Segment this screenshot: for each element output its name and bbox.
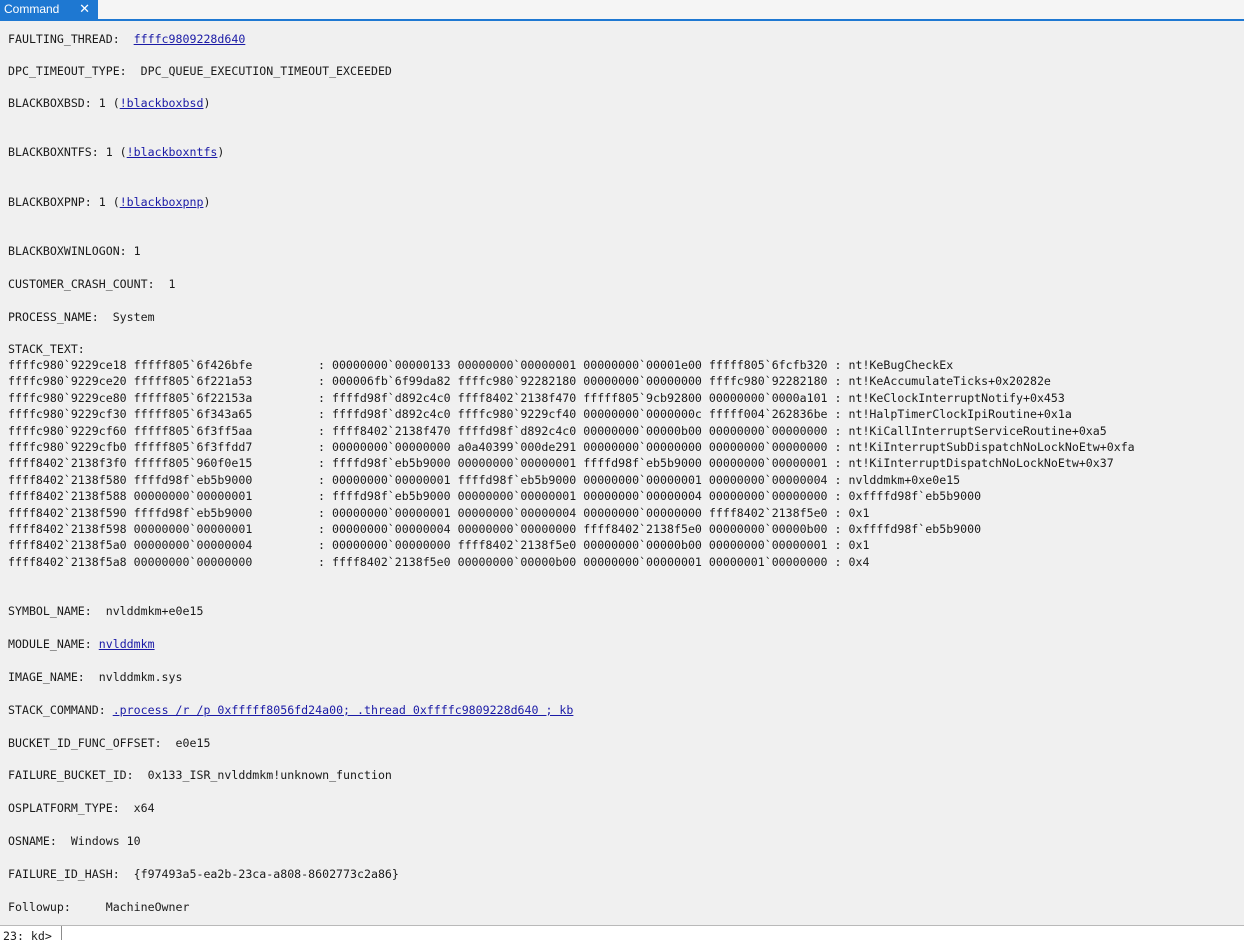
stack-row: ffff8402`2138f3f0 fffff805`960f0e15 : fff… xyxy=(8,455,1135,471)
failure-id-hash-line: FAILURE_ID_HASH: {f97493a5-ea2b-23ca-a80… xyxy=(8,867,399,881)
command-input[interactable] xyxy=(63,926,1244,940)
stack-row: ffff8402`2138f598 00000000`00000001 : 000… xyxy=(8,521,1135,537)
blackboxpnp-prefix: BLACKBOXPNP: 1 ( xyxy=(8,195,120,209)
stack-frame-address: ffffc980`9229cf60 fffff805`6f3ff5aa xyxy=(8,423,253,438)
stack-row: ffff8402`2138f588 00000000`00000001 : fff… xyxy=(8,488,1135,504)
blackboxntfs-line: BLACKBOXNTFS: 1 (!blackboxntfs) xyxy=(8,144,224,160)
paren-close: ) xyxy=(203,96,211,110)
command-bar: 23: kd> xyxy=(0,925,1244,940)
failure-bucket-id-line: FAILURE_BUCKET_ID: 0x133_ISR_nvlddmkm!un… xyxy=(8,768,392,782)
process-name-line: PROCESS_NAME: System xyxy=(8,310,155,324)
stack-frame-address: ffffc980`9229ce80 fffff805`6f22153a xyxy=(8,390,253,405)
blackboxntfs-prefix: BLACKBOXNTFS: 1 ( xyxy=(8,145,127,159)
stack-frame-address: ffff8402`2138f588 00000000`00000001 xyxy=(8,489,253,504)
stack-frame-address: ffffc980`9229ce20 fffff805`6f221a53 xyxy=(8,374,253,389)
tab-bar: Command ✕ xyxy=(0,0,1244,21)
command-output-pane[interactable]: FAULTING_THREAD: ffffc9809228d640 DPC_TI… xyxy=(0,21,1244,920)
stack-row: ffffc980`9229cf30 fffff805`6f343a65 : fff… xyxy=(8,406,1135,422)
stack-row: ffff8402`2138f5a0 00000000`00000004 : 000… xyxy=(8,537,1135,553)
stack-frame-address: ffffc980`9229cf30 fffff805`6f343a65 xyxy=(8,407,253,422)
faulting-thread-line: FAULTING_THREAD: ffffc9809228d640 xyxy=(8,31,245,47)
command-prompt: 23: kd> xyxy=(0,926,62,940)
image-name-line: IMAGE_NAME: nvlddmkm.sys xyxy=(8,670,183,684)
stack-command-line: STACK_COMMAND: .process /r /p 0xfffff805… xyxy=(8,702,573,718)
bucket-id-func-offset-line: BUCKET_ID_FUNC_OFFSET: e0e15 xyxy=(8,736,211,750)
tab-title: Command xyxy=(4,2,60,16)
osplatform-type-line: OSPLATFORM_TYPE: x64 xyxy=(8,801,155,815)
stack-frame-args: : ffff8402`2138f470 ffffd98f`d892c4c0 00… xyxy=(318,423,1107,438)
stack-frame-address: ffff8402`2138f598 00000000`00000001 xyxy=(8,521,253,536)
blackboxwinlogon-line: BLACKBOXWINLOGON: 1 xyxy=(8,244,141,258)
stack-frame-address: ffff8402`2138f590 ffffd98f`eb5b9000 xyxy=(8,505,253,520)
stack-frame-address: ffff8402`2138f5a0 00000000`00000004 xyxy=(8,538,253,553)
symbol-name-line: SYMBOL_NAME: nvlddmkm+e0e15 xyxy=(8,604,204,618)
blackboxpnp-line: BLACKBOXPNP: 1 (!blackboxpnp) xyxy=(8,194,210,210)
stack-frame-args: : ffffd98f`d892c4c0 ffff8402`2138f470 ff… xyxy=(318,390,1065,405)
stack-row: ffff8402`2138f5a8 00000000`00000000 : fff… xyxy=(8,554,1135,570)
stack-row: ffffc980`9229ce20 fffff805`6f221a53 : 000… xyxy=(8,373,1135,389)
stack-frame-address: ffff8402`2138f5a8 00000000`00000000 xyxy=(8,554,253,569)
stack-row: ffff8402`2138f580 ffffd98f`eb5b9000 : 000… xyxy=(8,472,1135,488)
stack-frame-address: ffff8402`2138f580 ffffd98f`eb5b9000 xyxy=(8,472,253,487)
stack-text-table: ffffc980`9229ce18 fffff805`6f426bfe : 000… xyxy=(8,357,1135,570)
stack-frame-args: : ffffd98f`d892c4c0 ffffc980`9229cf40 00… xyxy=(318,407,1072,422)
dpc-timeout-line: DPC_TIMEOUT_TYPE: DPC_QUEUE_EXECUTION_TI… xyxy=(8,64,392,78)
paren-close: ) xyxy=(217,145,225,159)
stack-frame-args: : ffffd98f`eb5b9000 00000000`00000001 00… xyxy=(318,489,982,504)
stack-row: ffff8402`2138f590 ffffd98f`eb5b9000 : 000… xyxy=(8,505,1135,521)
stack-frame-address: ffff8402`2138f3f0 fffff805`960f0e15 xyxy=(8,456,253,471)
module-name-label: MODULE_NAME: xyxy=(8,637,99,651)
stack-frame-args: : 00000000`00000000 ffff8402`2138f5e0 00… xyxy=(318,538,870,553)
module-name-link[interactable]: nvlddmkm xyxy=(99,637,155,651)
osname-line: OSNAME: Windows 10 xyxy=(8,834,141,848)
stack-frame-args: : 00000000`00000000 a0a40399`000de291 00… xyxy=(318,439,1135,454)
blackboxbsd-prefix: BLACKBOXBSD: 1 ( xyxy=(8,96,120,110)
stack-command-link[interactable]: .process /r /p 0xfffff8056fd24a00; .thre… xyxy=(113,703,574,717)
stack-frame-args: : 00000000`00000001 00000000`00000004 00… xyxy=(318,505,870,520)
stack-row: ffffc980`9229ce18 fffff805`6f426bfe : 000… xyxy=(8,357,1135,373)
faulting-thread-label: FAULTING_THREAD: xyxy=(8,32,134,46)
stack-frame-args: : 00000000`00000004 00000000`00000000 ff… xyxy=(318,521,982,536)
stack-command-label: STACK_COMMAND: xyxy=(8,703,113,717)
blackboxbsd-link[interactable]: !blackboxbsd xyxy=(120,96,204,110)
stack-frame-args: : ffffd98f`eb5b9000 00000000`00000001 ff… xyxy=(318,456,1114,471)
customer-crash-count-line: CUSTOMER_CRASH_COUNT: 1 xyxy=(8,277,176,291)
paren-close: ) xyxy=(203,195,211,209)
module-name-line: MODULE_NAME: nvlddmkm xyxy=(8,636,155,652)
followup-line: Followup: MachineOwner xyxy=(8,900,190,914)
stack-frame-address: ffffc980`9229cfb0 fffff805`6f3ffdd7 xyxy=(8,439,253,454)
stack-row: ffffc980`9229cfb0 fffff805`6f3ffdd7 : 000… xyxy=(8,439,1135,455)
stack-frame-args: : 00000000`00000133 00000000`00000001 00… xyxy=(318,358,954,372)
stack-text-label: STACK_TEXT: xyxy=(8,342,85,356)
faulting-thread-link[interactable]: ffffc9809228d640 xyxy=(134,32,246,46)
close-icon[interactable]: ✕ xyxy=(79,0,90,18)
tab-command[interactable]: Command ✕ xyxy=(0,0,98,19)
stack-frame-args: : 000006fb`6f99da82 ffffc980`92282180 00… xyxy=(318,374,1051,389)
blackboxbsd-line: BLACKBOXBSD: 1 (!blackboxbsd) xyxy=(8,95,210,111)
stack-row: ffffc980`9229cf60 fffff805`6f3ff5aa : fff… xyxy=(8,423,1135,439)
stack-frame-args: : ffff8402`2138f5e0 00000000`00000b00 00… xyxy=(318,554,870,569)
blackboxntfs-link[interactable]: !blackboxntfs xyxy=(127,145,218,159)
blackboxpnp-link[interactable]: !blackboxpnp xyxy=(120,195,204,209)
stack-frame-address: ffffc980`9229ce18 fffff805`6f426bfe xyxy=(8,358,253,372)
stack-row: ffffc980`9229ce80 fffff805`6f22153a : fff… xyxy=(8,390,1135,406)
stack-frame-args: : 00000000`00000001 ffffd98f`eb5b9000 00… xyxy=(318,472,961,487)
